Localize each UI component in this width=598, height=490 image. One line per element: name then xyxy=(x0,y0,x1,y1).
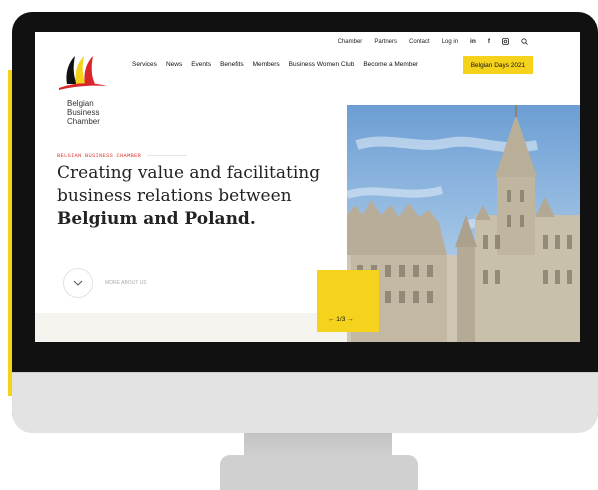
grand-place-illustration xyxy=(347,105,580,342)
slider-counter[interactable]: ← 1/3 → xyxy=(328,316,354,323)
logo-text-line: Chamber xyxy=(67,117,100,126)
logo-text-line: Belgian xyxy=(67,99,94,108)
more-about-us-label[interactable]: MORE ABOUT US xyxy=(105,280,147,286)
monitor-stand-base xyxy=(220,455,418,490)
monitor-chin xyxy=(12,372,598,433)
headline-line-1: Creating value and facilitating xyxy=(57,163,321,183)
nav-services[interactable]: Services xyxy=(132,61,157,68)
logo-flag-icon xyxy=(59,56,107,90)
hero-headline: Creating value and facilitating business… xyxy=(57,162,320,231)
facebook-icon[interactable]: f xyxy=(488,38,490,45)
nav-events[interactable]: Events xyxy=(191,61,211,68)
top-nav: Chamber Partners Contact Log in in f xyxy=(338,38,528,45)
nav-become-a-member[interactable]: Become a Member xyxy=(363,61,418,68)
headline-line-2: business relations between xyxy=(57,186,292,206)
chevron-down-icon[interactable] xyxy=(63,268,93,298)
top-nav-login[interactable]: Log in xyxy=(442,39,458,45)
hero-image xyxy=(347,105,580,342)
next-section-strip xyxy=(35,313,347,342)
more-about-us[interactable]: MORE ABOUT US xyxy=(63,268,147,298)
hero-kicker: BELGIAN BUSINESS CHAMBER xyxy=(57,152,142,159)
headline-line-3: Belgium and Poland. xyxy=(57,209,256,229)
search-icon[interactable] xyxy=(521,38,528,45)
nav-benefits[interactable]: Benefits xyxy=(220,61,244,68)
belgian-days-button[interactable]: Belgian Days 2021 xyxy=(463,56,533,74)
kicker-divider xyxy=(147,155,187,156)
nav-business-women-club[interactable]: Business Women Club xyxy=(289,61,355,68)
main-nav: Services News Events Benefits Members Bu… xyxy=(132,61,418,68)
logo-text-line: Business xyxy=(67,108,100,117)
linkedin-icon[interactable]: in xyxy=(470,38,476,45)
top-nav-contact[interactable]: Contact xyxy=(409,39,430,45)
logo-text: Belgian Business Chamber xyxy=(67,99,100,126)
nav-members[interactable]: Members xyxy=(253,61,280,68)
instagram-icon[interactable] xyxy=(502,38,509,45)
nav-news[interactable]: News xyxy=(166,61,182,68)
website-screen: Belgian Business Chamber Chamber Partner… xyxy=(35,32,580,342)
top-nav-partners[interactable]: Partners xyxy=(374,39,397,45)
top-nav-chamber[interactable]: Chamber xyxy=(338,39,363,45)
